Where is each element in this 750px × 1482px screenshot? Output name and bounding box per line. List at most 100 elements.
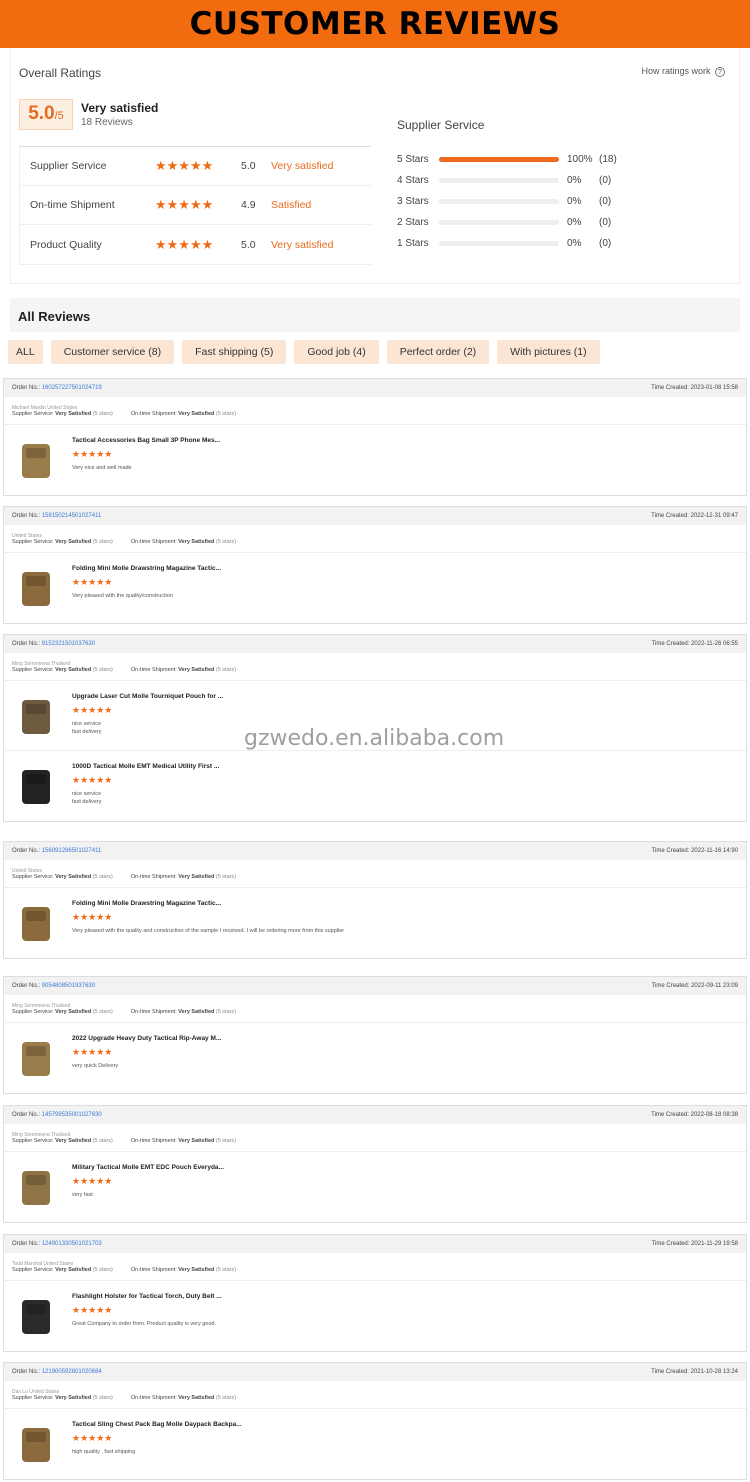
review-item-info: Tactical Sling Chest Pack Bag Molle Dayp… bbox=[72, 1417, 242, 1471]
distribution-row: 5 Stars 100% (18) bbox=[397, 149, 727, 170]
product-thumbnail[interactable] bbox=[12, 759, 60, 813]
time-created: Time Created: 2021-10-28 13:24 bbox=[651, 1369, 738, 1375]
product-thumbnail[interactable] bbox=[12, 896, 60, 950]
distribution-percent: 0% bbox=[567, 238, 582, 249]
overall-score-max: /5 bbox=[54, 110, 64, 122]
time-created-value: 2021-11-29 19:58 bbox=[691, 1241, 738, 1247]
distribution-bar-fill bbox=[439, 157, 559, 162]
time-created: Time Created: 2022-08-18 08:38 bbox=[651, 1112, 738, 1118]
filter-tab[interactable]: Fast shipping (5) bbox=[182, 340, 287, 364]
distribution-row: 2 Stars 0% (0) bbox=[397, 212, 727, 233]
product-thumbnail[interactable] bbox=[12, 689, 60, 743]
order-number-group: Order No.: 158150214501027411 bbox=[12, 513, 101, 519]
review-meta: Supplier Service: Very Satisfied (5 star… bbox=[4, 411, 746, 425]
product-name-link[interactable]: 1000D Tactical Molle EMT Medical Utility… bbox=[72, 763, 219, 770]
order-number-link[interactable]: 9054808501937630 bbox=[42, 983, 95, 989]
meta-stars: (5 stars) bbox=[215, 1009, 237, 1015]
review-comment: nice service fast delivery bbox=[72, 791, 102, 805]
review-comment: Great Company to order from. Product qua… bbox=[72, 1321, 216, 1327]
order-number-link[interactable]: 9152321501037630 bbox=[42, 641, 95, 647]
time-created-value: 2022-12-31 09:47 bbox=[690, 513, 738, 519]
order-number-link[interactable]: 124901330501021703 bbox=[42, 1241, 102, 1247]
banner-title: CUSTOMER REVIEWS bbox=[189, 6, 561, 42]
meta-stars: (5 stars) bbox=[92, 1395, 113, 1401]
time-created-value: 2023-01-08 15:58 bbox=[690, 385, 738, 391]
filter-tab[interactable]: ALL bbox=[8, 340, 43, 364]
product-thumbnail[interactable] bbox=[12, 433, 60, 487]
how-ratings-work-link[interactable]: How ratings work ? bbox=[641, 66, 725, 77]
order-number-label: Order No.: bbox=[12, 983, 41, 989]
product-name-link[interactable]: Folding Mini Molle Drawstring Magazine T… bbox=[72, 565, 221, 572]
meta-value: Very Satisfied bbox=[178, 667, 215, 673]
filter-tab[interactable]: Good job (4) bbox=[294, 340, 379, 364]
order-number-link[interactable]: 156091286501027411 bbox=[42, 848, 102, 854]
reviews-count: 18 Reviews bbox=[81, 117, 133, 128]
review-item-info: Folding Mini Molle Drawstring Magazine T… bbox=[72, 896, 344, 950]
buyer-location: Michael Mardin United States bbox=[12, 405, 78, 411]
time-created-value: 2022-09-11 23:09 bbox=[691, 983, 738, 989]
meta-value: Very Satisfied bbox=[178, 1267, 215, 1273]
review-card-header: Order No.: 160257227501024719 Time Create… bbox=[4, 379, 746, 397]
meta-label: Supplier Service: bbox=[12, 411, 54, 417]
product-name-link[interactable]: Military Tactical Molle EMT EDC Pouch Ev… bbox=[72, 1164, 224, 1171]
review-filter-tabs: ALL Customer service (8) Fast shipping (5)… bbox=[0, 332, 750, 374]
product-image bbox=[22, 1428, 50, 1462]
star-rating-icon: ★★★★★ bbox=[72, 1305, 113, 1315]
review-item: Folding Mini Molle Drawstring Magazine T… bbox=[4, 888, 746, 958]
product-thumbnail[interactable] bbox=[12, 1417, 60, 1471]
review-card-header: Order No.: 9054808501937630 Time Created:… bbox=[4, 977, 746, 995]
meta-label: On-time Shipment: bbox=[130, 411, 177, 417]
time-created: Time Created: 2022-12-31 09:47 bbox=[651, 513, 738, 519]
product-thumbnail[interactable] bbox=[12, 1031, 60, 1085]
review-card: Order No.: 121900592801020684 Time Create… bbox=[3, 1362, 747, 1480]
time-created: Time Created: 2023-01-08 15:58 bbox=[651, 385, 738, 391]
product-name-link[interactable]: Folding Mini Molle Drawstring Magazine T… bbox=[72, 900, 344, 907]
distribution-percent: 100% bbox=[567, 154, 593, 165]
meta-label: Supplier Service: bbox=[12, 1267, 54, 1273]
banner: CUSTOMER REVIEWS bbox=[0, 0, 750, 48]
meta-stars: (5 stars) bbox=[92, 1009, 113, 1015]
filter-tab[interactable]: Customer service (8) bbox=[50, 340, 175, 364]
review-meta: Supplier Service: Very Satisfied (5 star… bbox=[4, 1395, 746, 1409]
product-name-link[interactable]: Flashlight Holster for Tactical Torch, D… bbox=[72, 1293, 222, 1300]
meta-stars: (5 stars) bbox=[215, 411, 237, 417]
product-name-link[interactable]: 2022 Upgrade Heavy Duty Tactical Rip-Awa… bbox=[72, 1035, 221, 1042]
distribution-row: 3 Stars 0% (0) bbox=[397, 191, 727, 212]
meta-label: Supplier Service: bbox=[12, 1138, 54, 1144]
shipment-rating: On-time Shipment: Very Satisfied (5 star… bbox=[131, 1395, 236, 1408]
product-thumbnail[interactable] bbox=[12, 561, 60, 615]
metric-row-quality: Product Quality ★★★★★ 5.0 Very satisfied bbox=[20, 225, 371, 264]
supplier-service-rating: Supplier Service: Very Satisfied (5 star… bbox=[12, 874, 113, 887]
product-thumbnail[interactable] bbox=[12, 1160, 60, 1214]
time-created: Time Created: 2022-11-16 14:90 bbox=[652, 848, 738, 854]
all-reviews-title: All Reviews bbox=[10, 298, 740, 332]
distribution-label: 3 Stars bbox=[397, 196, 429, 207]
order-number-link[interactable]: 160257227501024719 bbox=[42, 385, 102, 391]
star-rating-icon: ★★★★★ bbox=[155, 236, 214, 252]
meta-label: On-time Shipment: bbox=[130, 1267, 177, 1273]
filter-tab[interactable]: Perfect order (2) bbox=[386, 340, 490, 364]
order-number-link[interactable]: 158150214501027411 bbox=[42, 513, 102, 519]
meta-label: Supplier Service: bbox=[12, 1395, 54, 1401]
meta-label: On-time Shipment: bbox=[130, 539, 177, 545]
product-name-link[interactable]: Tactical Sling Chest Pack Bag Molle Dayp… bbox=[72, 1421, 242, 1428]
product-image bbox=[22, 1042, 50, 1076]
shipment-rating: On-time Shipment: Very Satisfied (5 star… bbox=[131, 411, 236, 424]
metric-table: Supplier Service ★★★★★ 5.0 Very satisfie… bbox=[19, 146, 371, 265]
time-created-label: Time Created: bbox=[651, 1241, 690, 1247]
product-thumbnail[interactable] bbox=[12, 1289, 60, 1343]
product-name-link[interactable]: Upgrade Laser Cut Molle Tourniquet Pouch… bbox=[72, 693, 223, 700]
review-item-info: Military Tactical Molle EMT EDC Pouch Ev… bbox=[72, 1160, 224, 1214]
order-number-link[interactable]: 145799535001027630 bbox=[42, 1112, 102, 1118]
filter-tab[interactable]: With pictures (1) bbox=[497, 340, 600, 364]
review-item-info: Flashlight Holster for Tactical Torch, D… bbox=[72, 1289, 222, 1343]
time-created-label: Time Created: bbox=[651, 1112, 689, 1118]
rating-distribution: 5 Stars 100% (18) 4 Stars 0% (0) 3 Stars 0% (0) 2… bbox=[397, 149, 727, 254]
how-ratings-work-label: How ratings work bbox=[641, 66, 711, 76]
order-number-link[interactable]: 121900592801020684 bbox=[42, 1369, 102, 1375]
meta-label: Supplier Service: bbox=[12, 874, 54, 880]
supplier-service-rating: Supplier Service: Very Satisfied (5 star… bbox=[12, 1009, 113, 1022]
review-meta: Supplier Service: Very Satisfied (5 star… bbox=[4, 1138, 746, 1152]
product-image bbox=[22, 572, 50, 606]
product-name-link[interactable]: Tactical Accessories Bag Small 3P Phone … bbox=[72, 437, 220, 444]
